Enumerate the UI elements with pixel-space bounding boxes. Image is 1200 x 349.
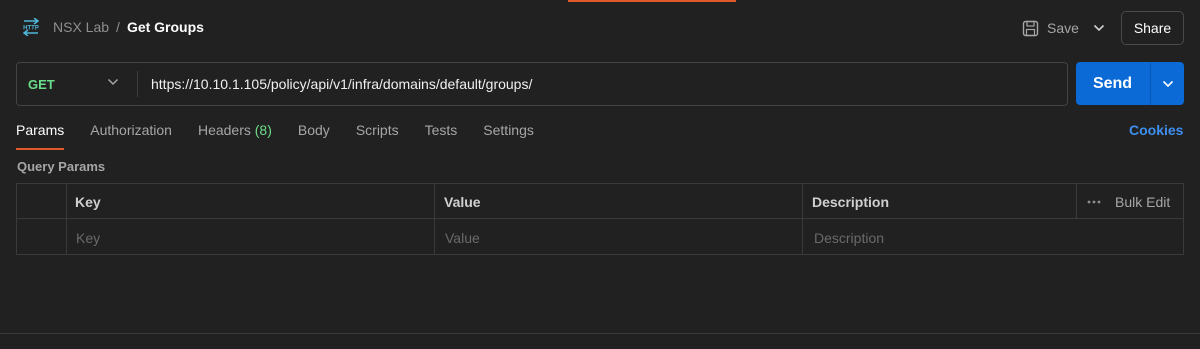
tab-headers[interactable]: Headers (8) xyxy=(198,122,272,150)
send-button[interactable]: Send xyxy=(1076,62,1149,105)
param-description-input[interactable] xyxy=(814,229,1174,246)
save-label: Save xyxy=(1047,20,1079,36)
save-button[interactable]: Save xyxy=(1022,15,1079,41)
tab-authorization[interactable]: Authorization xyxy=(90,122,172,150)
save-options-button[interactable] xyxy=(1089,15,1109,41)
tab-params[interactable]: Params xyxy=(16,122,65,150)
bulk-edit-label: Bulk Edit xyxy=(1115,193,1171,210)
cookies-link[interactable]: Cookies xyxy=(1129,122,1183,138)
method-select[interactable]: GET xyxy=(17,63,137,105)
request-header: HTTP NSX Lab / Get Groups Save Share xyxy=(0,10,1200,46)
param-value-input[interactable] xyxy=(445,229,795,246)
query-params-table: Key Value Description Bulk Edit xyxy=(16,183,1184,255)
column-header-description: Description xyxy=(812,193,890,210)
send-options-button[interactable] xyxy=(1151,62,1184,105)
breadcrumb-separator: / xyxy=(116,19,120,35)
share-button[interactable]: Share xyxy=(1121,11,1184,45)
chevron-down-icon xyxy=(1162,80,1173,87)
chevron-down-icon xyxy=(1093,24,1105,32)
tab-scripts[interactable]: Scripts xyxy=(356,122,399,150)
table-row xyxy=(17,220,1183,255)
url-input[interactable] xyxy=(151,63,1061,105)
request-tabs: Params Authorization Headers (8) Body Sc… xyxy=(16,122,560,150)
method-divider xyxy=(137,71,138,97)
top-accent-bar xyxy=(568,0,736,2)
save-icon xyxy=(1022,20,1039,36)
svg-text:HTTP: HTTP xyxy=(23,26,39,32)
tab-settings[interactable]: Settings xyxy=(483,122,534,150)
url-bar: GET xyxy=(16,62,1068,106)
request-title[interactable]: Get Groups xyxy=(127,19,204,35)
breadcrumb: NSX Lab / Get Groups xyxy=(53,19,204,35)
column-header-key: Key xyxy=(75,193,101,210)
response-pane-divider[interactable] xyxy=(0,333,1200,334)
tab-tests[interactable]: Tests xyxy=(425,122,458,150)
tab-body[interactable]: Body xyxy=(298,122,330,150)
method-label: GET xyxy=(28,76,55,92)
headers-count: (8) xyxy=(254,122,272,138)
table-header-row: Key Value Description Bulk Edit xyxy=(17,184,1183,219)
more-options-icon xyxy=(1087,200,1101,203)
chevron-down-icon xyxy=(107,78,119,86)
query-params-title: Query Params xyxy=(17,159,106,174)
bulk-edit-button[interactable]: Bulk Edit xyxy=(1087,184,1170,219)
column-header-value: Value xyxy=(444,193,481,210)
param-key-input[interactable] xyxy=(76,229,426,246)
breadcrumb-collection[interactable]: NSX Lab xyxy=(53,19,109,35)
http-icon: HTTP xyxy=(22,18,40,36)
send-group: Send xyxy=(1076,62,1184,105)
